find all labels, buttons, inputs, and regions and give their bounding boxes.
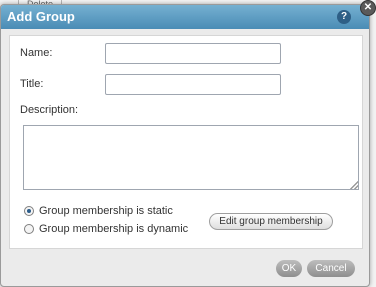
- form-panel: Name: Title: Description: Group membersh…: [9, 35, 363, 249]
- dialog-title: Add Group: [7, 9, 75, 24]
- add-group-dialog: Add Group ? Name: Title: Description: Gr…: [0, 4, 370, 287]
- description-label: Description:: [20, 104, 79, 116]
- static-membership-label[interactable]: Group membership is static: [39, 205, 173, 217]
- dialog-titlebar: Add Group ?: [1, 5, 369, 29]
- resize-grip-icon[interactable]: [350, 181, 358, 189]
- title-input[interactable]: [105, 74, 281, 95]
- dynamic-membership-radio[interactable]: [24, 224, 34, 234]
- help-icon[interactable]: ?: [337, 10, 351, 24]
- description-textarea[interactable]: [23, 125, 359, 190]
- name-input[interactable]: [105, 43, 281, 64]
- dynamic-membership-option[interactable]: Group membership is dynamic: [24, 223, 188, 235]
- dynamic-membership-label[interactable]: Group membership is dynamic: [39, 223, 188, 235]
- edit-group-membership-button[interactable]: Edit group membership: [209, 213, 333, 230]
- name-label: Name:: [20, 47, 53, 59]
- ok-button[interactable]: OK: [276, 260, 302, 277]
- static-membership-option[interactable]: Group membership is static: [24, 205, 173, 217]
- close-icon[interactable]: ✕: [360, 0, 376, 16]
- cancel-button[interactable]: Cancel: [307, 260, 355, 277]
- static-membership-radio[interactable]: [24, 206, 34, 216]
- title-label: Title:: [20, 78, 44, 90]
